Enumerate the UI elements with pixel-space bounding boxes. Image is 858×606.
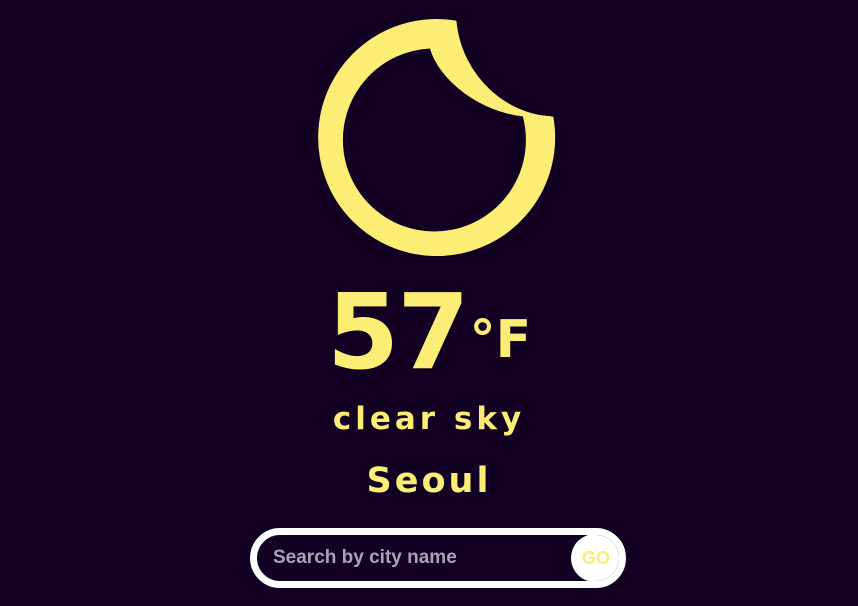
temperature-unit: °F (469, 310, 532, 370)
temperature-value: 57 (326, 271, 470, 393)
weather-description: clear sky (332, 401, 526, 437)
weather-app: 57°F clear sky Seoul GO (0, 0, 858, 606)
temperature-display: 57°F (0, 280, 858, 384)
crescent-moon-icon (318, 19, 556, 256)
city-search-input[interactable] (257, 535, 577, 581)
go-button[interactable]: GO (571, 535, 619, 581)
city-search-form: GO (250, 528, 626, 588)
city-name: Seoul (366, 461, 492, 501)
